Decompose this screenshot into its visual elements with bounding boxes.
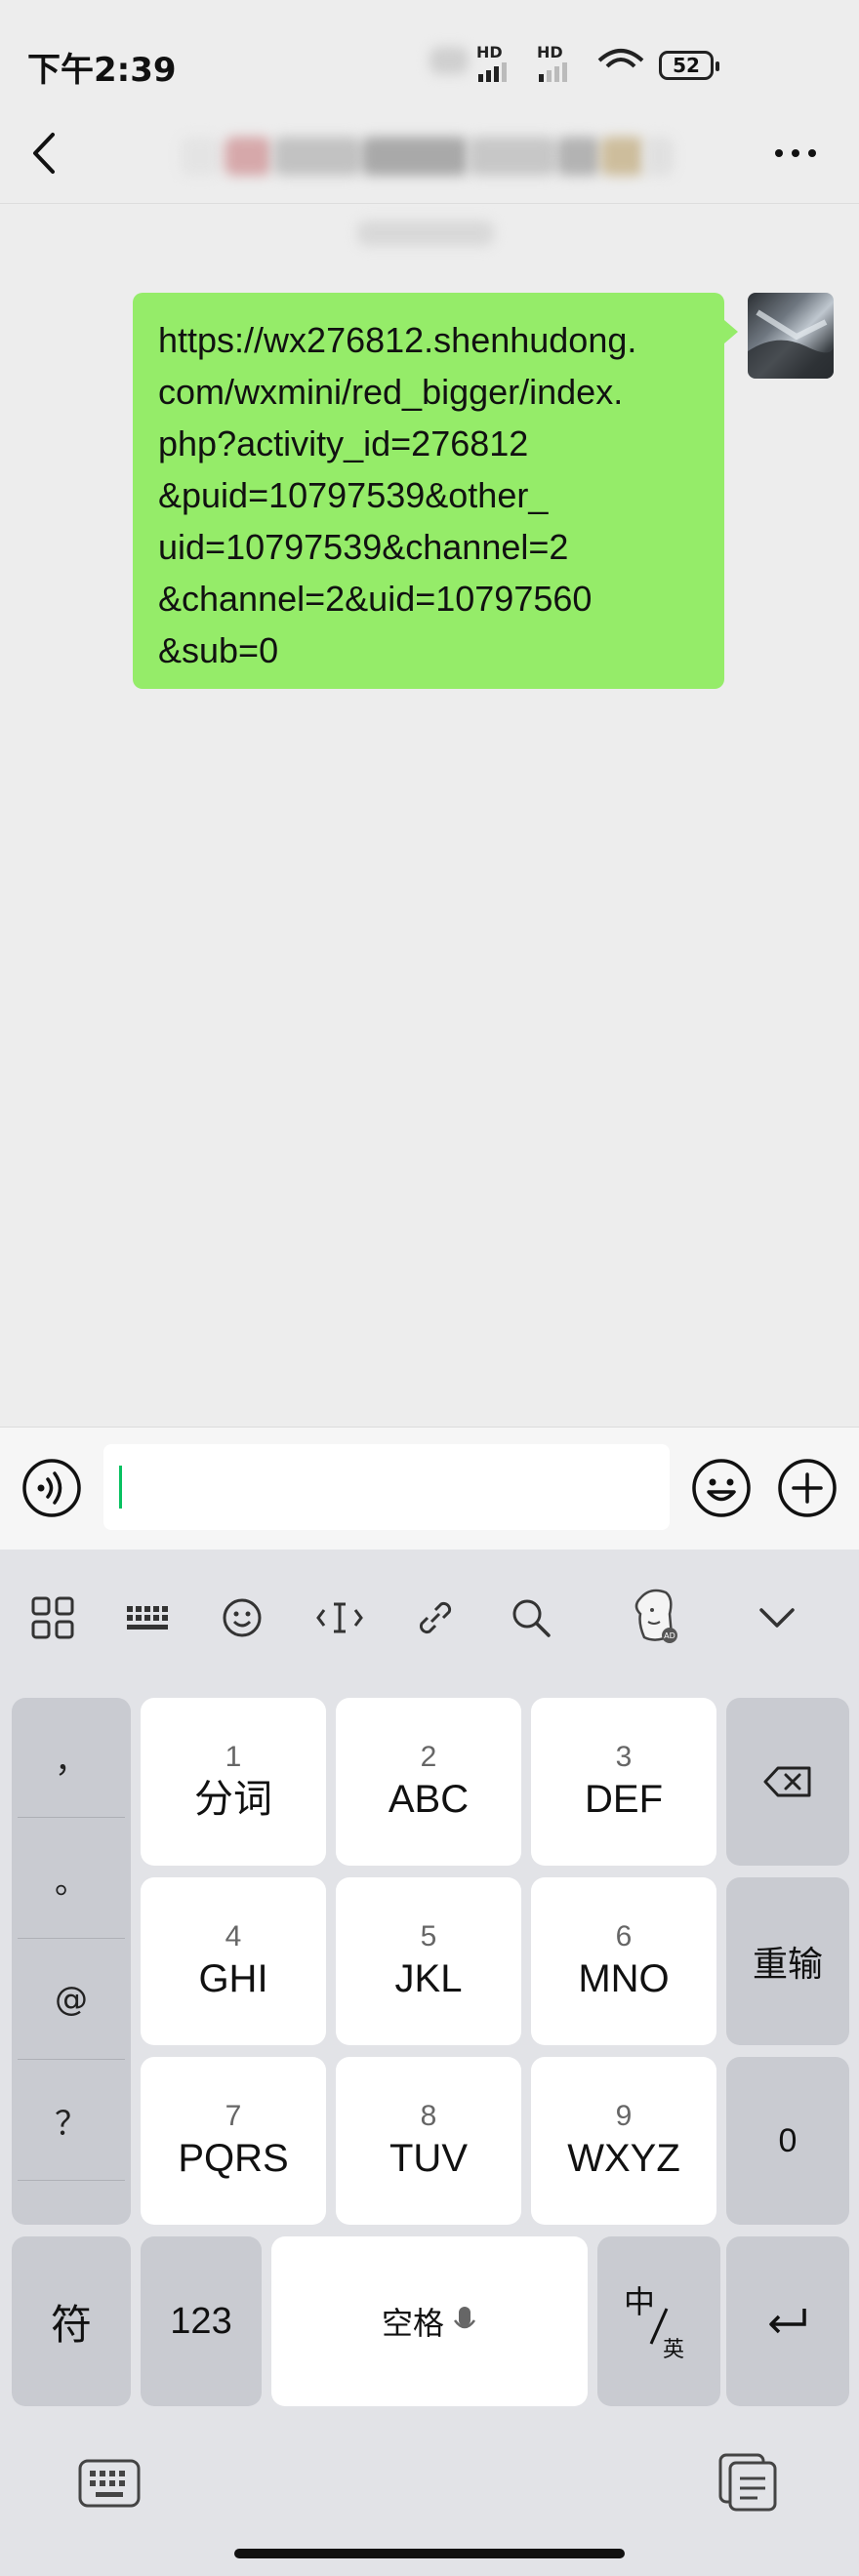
key-letters: 分词 <box>194 1778 272 1821</box>
key-8[interactable]: 8 TUV <box>336 2057 521 2225</box>
blurred-icon <box>430 47 469 74</box>
status-icons: HD HD 52 <box>430 39 722 82</box>
network-hd-label-2: HD <box>537 43 563 61</box>
clipboard-icon[interactable] <box>715 2451 783 2514</box>
retype-key[interactable]: 重输 <box>726 1877 849 2045</box>
key-number: 8 <box>420 2100 437 2132</box>
symbol-divider <box>18 2059 125 2060</box>
symbol-column: ， 。 @ ？ <box>12 1698 131 2225</box>
zero-label: 0 <box>778 2121 798 2159</box>
svg-text:AD: AD <box>664 1631 675 1640</box>
collapse-keyboard-icon[interactable] <box>748 1589 806 1647</box>
grid-menu-icon[interactable] <box>23 1589 82 1647</box>
zero-key[interactable]: 0 <box>726 2057 849 2225</box>
space-label: 空格 <box>381 2306 444 2341</box>
cursor-edit-icon[interactable] <box>310 1589 369 1647</box>
symbol-divider <box>18 1817 125 1818</box>
key-9[interactable]: 9 WXYZ <box>531 2057 716 2225</box>
key-letters: MNO <box>578 1957 670 2000</box>
link-icon[interactable] <box>406 1589 465 1647</box>
space-key[interactable]: 空格 <box>271 2236 588 2406</box>
key-letters: ABC <box>388 1778 470 1821</box>
symbol-key-at[interactable]: @ <box>12 1940 131 2059</box>
add-attachment-icon[interactable] <box>777 1458 838 1518</box>
more-options-icon[interactable] <box>771 141 820 165</box>
signal-icon <box>478 62 507 82</box>
key-letters: TUV <box>389 2137 468 2180</box>
chat-title-blurred <box>181 133 674 180</box>
symbol-divider <box>18 2180 125 2181</box>
symbol-key-question[interactable]: ？ <box>12 2061 131 2180</box>
retype-label: 重输 <box>752 1944 823 1984</box>
numbers-label: 123 <box>170 2300 232 2342</box>
assistant-avatar-icon[interactable]: AD <box>621 1581 689 1649</box>
emoji-panel-icon[interactable] <box>213 1589 271 1647</box>
key-letters: GHI <box>198 1957 268 2000</box>
key-5[interactable]: 5 JKL <box>336 1877 521 2045</box>
key-number: 4 <box>225 1920 242 1952</box>
key-2[interactable]: 2 ABC <box>336 1698 521 1866</box>
message-input[interactable] <box>103 1444 670 1530</box>
language-switch-key[interactable]: 中 英 <box>597 2236 720 2406</box>
key-1[interactable]: 1 分词 <box>141 1698 326 1866</box>
key-number: 1 <box>225 1741 242 1773</box>
voice-input-icon[interactable] <box>21 1458 82 1518</box>
enter-key[interactable] <box>726 2236 849 2406</box>
wifi-icon <box>597 49 644 68</box>
backspace-icon <box>763 1766 811 1797</box>
key-6[interactable]: 6 MNO <box>531 1877 716 2045</box>
symbols-label: 符 <box>50 2301 92 2348</box>
key-number: 3 <box>615 1741 633 1773</box>
network-hd-label: HD <box>476 43 503 61</box>
symbols-key[interactable]: 符 <box>12 2236 131 2406</box>
key-letters: DEF <box>585 1778 663 1821</box>
backspace-key[interactable] <box>726 1698 849 1866</box>
symbol-key-period[interactable]: 。 <box>12 1819 131 1938</box>
keyboard-layout-icon[interactable] <box>117 1589 176 1647</box>
search-icon[interactable] <box>502 1589 560 1647</box>
key-number: 5 <box>420 1920 437 1952</box>
microphone-icon <box>453 2307 476 2329</box>
message-bubble[interactable]: https://wx276812.shenhudong. com/wxmini/… <box>133 293 738 689</box>
lang-bottom-label: 英 <box>663 2337 685 2361</box>
status-time: 下午2:39 <box>27 51 177 90</box>
battery-icon: 52 <box>659 51 719 80</box>
emoji-icon[interactable] <box>691 1458 752 1518</box>
key-letters: JKL <box>394 1957 463 2000</box>
numbers-key[interactable]: 123 <box>141 2236 262 2406</box>
key-number: 2 <box>420 1741 437 1773</box>
symbol-key-comma[interactable]: ， <box>12 1698 131 1817</box>
key-3[interactable]: 3 DEF <box>531 1698 716 1866</box>
key-number: 6 <box>615 1920 633 1952</box>
key-4[interactable]: 4 GHI <box>141 1877 326 2045</box>
timestamp-blurred <box>357 221 494 246</box>
keyboard-switch-icon[interactable] <box>76 2455 144 2514</box>
key-letters: WXYZ <box>567 2137 680 2180</box>
signal-icon-2 <box>539 62 567 82</box>
enter-icon <box>769 2309 806 2334</box>
key-letters: PQRS <box>178 2137 289 2180</box>
home-indicator[interactable] <box>234 2549 625 2558</box>
key-7[interactable]: 7 PQRS <box>141 2057 326 2225</box>
symbol-divider <box>18 1938 125 1939</box>
key-number: 7 <box>225 2100 242 2132</box>
avatar[interactable] <box>748 293 834 379</box>
nav-divider <box>0 203 859 204</box>
language-switch-glyph: 中 英 <box>620 2277 698 2365</box>
back-arrow-icon[interactable] <box>25 127 64 180</box>
text-caret <box>119 1466 122 1509</box>
key-number: 9 <box>615 2100 633 2132</box>
